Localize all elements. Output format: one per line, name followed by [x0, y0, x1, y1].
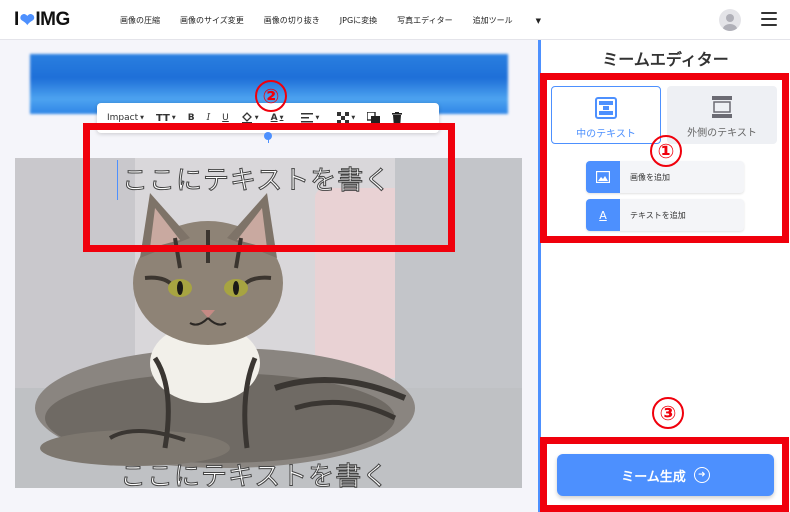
chevron-down-icon: ▼ — [535, 16, 541, 25]
font-size-select[interactable]: TT ▼ — [156, 113, 176, 124]
align-button[interactable]: ▼ — [301, 113, 319, 123]
sidebar-title: ミームエディター — [602, 50, 729, 69]
text-color-icon: A — [270, 113, 278, 123]
main-nav: 画像の圧縮 画像のサイズ変更 画像の切り抜き JPGに変換 写真エディター 追加… — [120, 0, 581, 40]
nav-compress[interactable]: 画像の圧縮 — [120, 15, 160, 26]
chevron-down-icon: ▼ — [279, 115, 284, 121]
logo-img: IMG — [35, 9, 70, 30]
top-header: I ❤ IMG 画像の圧縮 画像のサイズ変更 画像の切り抜き JPGに変換 写真… — [0, 0, 790, 40]
nav-more-tools[interactable]: 追加ツール ▼ — [473, 15, 561, 26]
text-color-button[interactable]: A ▼ — [271, 113, 284, 123]
logo-i: I — [14, 9, 19, 30]
annotation-marker-2: ② — [255, 80, 287, 112]
annotation-marker-1: ① — [650, 135, 682, 167]
chevron-down-icon: ▼ — [171, 115, 176, 121]
chevron-down-icon: ▼ — [315, 115, 320, 121]
nav-crop[interactable]: 画像の切り抜き — [264, 15, 320, 26]
chevron-down-icon: ▼ — [254, 115, 259, 121]
ilovimg-logo[interactable]: I ❤ IMG — [14, 8, 70, 32]
nav-more-tools-label: 追加ツール — [472, 15, 513, 25]
font-family-value: Impact — [107, 113, 139, 123]
nav-resize[interactable]: 画像のサイズ変更 — [180, 15, 244, 26]
bold-button[interactable]: B — [188, 113, 195, 123]
align-left-icon — [301, 113, 314, 123]
user-avatar-icon[interactable] — [719, 9, 741, 31]
font-size-icon: TT — [156, 112, 170, 124]
bottom-meme-text[interactable]: ここにテキストを書く — [120, 456, 440, 496]
menu-icon[interactable] — [761, 12, 777, 26]
annotation-box-toolbar — [83, 123, 455, 252]
chevron-down-icon: ▼ — [140, 115, 144, 121]
font-family-select[interactable]: Impact ▼ — [107, 113, 144, 123]
nav-convert-jpg[interactable]: JPGに変換 — [340, 15, 377, 26]
nav-photo-editor[interactable]: 写真エディター — [397, 15, 452, 26]
annotation-box-generate — [540, 437, 789, 512]
annotation-marker-3: ③ — [652, 397, 684, 429]
chevron-down-icon: ▼ — [351, 115, 356, 121]
heart-icon: ❤ — [19, 9, 35, 30]
underline-button[interactable]: U — [222, 113, 229, 123]
italic-button[interactable]: I — [207, 113, 211, 123]
